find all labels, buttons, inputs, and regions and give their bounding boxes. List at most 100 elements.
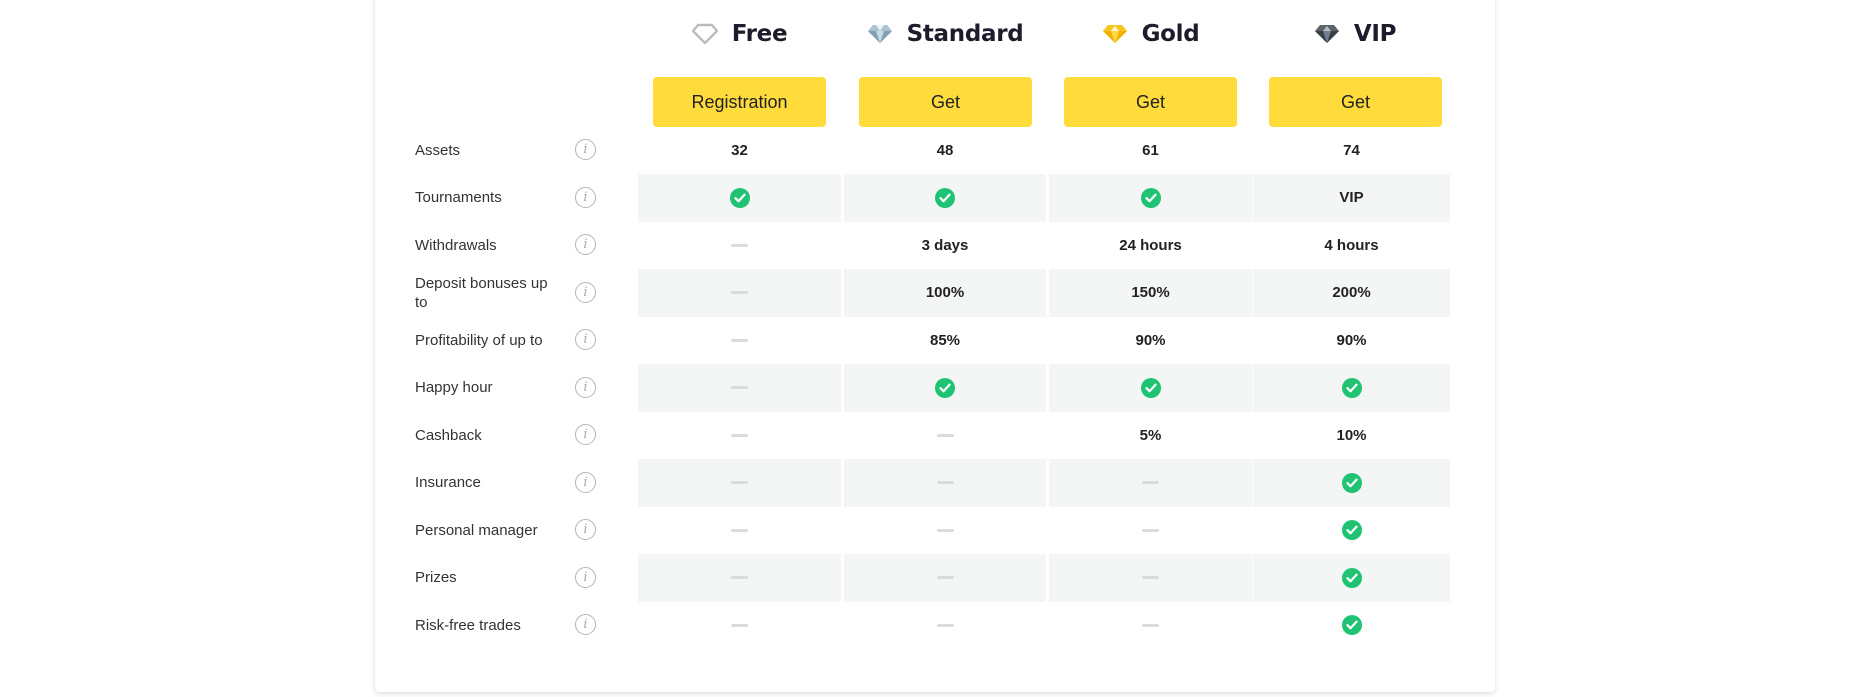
- feature-cell-standard: [844, 507, 1046, 555]
- feature-cell-free: [638, 269, 841, 317]
- feature-label: Assets: [415, 141, 461, 159]
- feature-cell-gold: 61: [1049, 127, 1252, 175]
- not-available-dash-icon: [731, 433, 748, 437]
- info-icon[interactable]: i: [575, 471, 596, 493]
- not-available-dash-icon: [936, 528, 954, 532]
- feature-cell-free: [638, 554, 841, 602]
- not-available-dash-icon: [936, 481, 954, 485]
- not-available-dash-icon: [1142, 623, 1159, 627]
- not-available-dash-icon: [731, 528, 748, 532]
- feature-cell-vip: 10%: [1253, 412, 1450, 460]
- feature-row: Profitability of up to i 85% 90% 90%: [0, 317, 1857, 365]
- not-available-dash-icon: [731, 338, 748, 342]
- feature-cell-standard: [844, 459, 1046, 507]
- feature-cell-free: 32: [638, 127, 841, 175]
- feature-value: 4 hours: [1324, 236, 1379, 254]
- info-icon[interactable]: i: [575, 566, 596, 588]
- feature-value: 61: [1142, 141, 1159, 159]
- check-icon: [1140, 377, 1161, 398]
- diamond-dark-icon: [1314, 23, 1340, 45]
- get-gold-button[interactable]: Get: [1064, 77, 1237, 127]
- feature-cell-standard: [844, 602, 1046, 650]
- info-icon[interactable]: i: [575, 329, 596, 351]
- feature-cell-standard: [844, 412, 1046, 460]
- feature-cell-gold: 90%: [1049, 317, 1252, 365]
- get-standard-button[interactable]: Get: [859, 77, 1032, 127]
- feature-cell-free: [638, 507, 841, 555]
- feature-cell-vip: 90%: [1253, 317, 1450, 365]
- info-icon[interactable]: i: [575, 376, 596, 398]
- not-available-dash-icon: [731, 291, 748, 295]
- feature-cell-vip: 74: [1253, 127, 1450, 175]
- feature-label: Personal manager: [415, 521, 538, 539]
- feature-cell-vip: VIP: [1253, 174, 1450, 222]
- feature-cell-free: [638, 602, 841, 650]
- feature-row: Withdrawals i 3 days 24 hours 4 hours: [0, 222, 1857, 270]
- feature-cell-vip: 200%: [1253, 269, 1450, 317]
- feature-cell-free: [638, 222, 841, 270]
- feature-value: 5%: [1139, 426, 1162, 444]
- feature-row: Insurance i: [0, 459, 1857, 507]
- feature-cell-vip: [1253, 459, 1450, 507]
- not-available-dash-icon: [731, 576, 748, 580]
- feature-label: Prizes: [415, 569, 457, 587]
- diamond-gold-icon: [1102, 23, 1128, 45]
- info-icon[interactable]: i: [575, 234, 596, 256]
- feature-row: Assets i 32 48 61 74: [0, 127, 1857, 175]
- feature-row: Deposit bonuses up to i 100% 150% 200%: [0, 269, 1857, 317]
- get-vip-button[interactable]: Get: [1269, 77, 1442, 127]
- feature-cell-gold: [1049, 554, 1252, 602]
- feature-cell-gold: [1049, 174, 1252, 222]
- not-available-dash-icon: [731, 481, 748, 485]
- check-icon: [1140, 187, 1161, 208]
- feature-label: Profitability of up to: [415, 331, 543, 349]
- info-icon[interactable]: i: [575, 424, 596, 446]
- info-icon[interactable]: i: [575, 519, 596, 541]
- feature-label: Deposit bonuses up to: [415, 274, 548, 311]
- feature-cell-standard: 85%: [844, 317, 1046, 365]
- plan-header-free: Free: [637, 18, 842, 50]
- diamond-outline-icon: [691, 23, 718, 45]
- check-icon: [935, 377, 955, 398]
- feature-value: 74: [1343, 141, 1360, 159]
- plan-name: Standard: [906, 21, 1024, 47]
- plan-name: Gold: [1141, 21, 1200, 47]
- check-icon: [935, 187, 955, 208]
- feature-label: Withdrawals: [415, 236, 497, 254]
- feature-cell-standard: 3 days: [844, 222, 1046, 270]
- not-available-dash-icon: [1142, 576, 1159, 580]
- feature-value: 150%: [1131, 284, 1170, 302]
- feature-row: Cashback i 5% 10%: [0, 412, 1857, 460]
- feature-cell-gold: [1049, 602, 1252, 650]
- info-icon[interactable]: i: [575, 614, 596, 636]
- feature-row: Happy hour i: [0, 364, 1857, 412]
- feature-cell-free: [638, 317, 841, 365]
- feature-value: 90%: [1135, 331, 1166, 349]
- feature-value: VIP: [1339, 189, 1364, 207]
- feature-cell-vip: [1253, 602, 1450, 650]
- feature-row: Risk-free trades i: [0, 602, 1857, 650]
- registration-button[interactable]: Registration: [653, 77, 826, 127]
- check-icon: [1341, 472, 1362, 493]
- info-icon[interactable]: i: [575, 186, 596, 208]
- feature-row: Personal manager i: [0, 507, 1857, 555]
- feature-label: Happy hour: [415, 379, 493, 397]
- not-available-dash-icon: [1142, 481, 1159, 485]
- feature-cell-free: [638, 459, 841, 507]
- info-icon[interactable]: i: [575, 281, 596, 303]
- feature-value: 48: [936, 141, 954, 159]
- feature-cell-gold: 150%: [1049, 269, 1252, 317]
- info-icon[interactable]: i: [575, 139, 596, 161]
- check-icon: [1341, 567, 1362, 588]
- feature-label: Cashback: [415, 426, 482, 444]
- feature-value: 24 hours: [1119, 236, 1182, 254]
- feature-row: Prizes i: [0, 554, 1857, 602]
- feature-value: 32: [731, 141, 748, 159]
- not-available-dash-icon: [731, 623, 748, 627]
- feature-value: 200%: [1332, 284, 1371, 302]
- not-available-dash-icon: [731, 243, 748, 247]
- feature-row: Tournaments i VIP: [0, 174, 1857, 222]
- plan-name: Free: [731, 21, 788, 47]
- check-icon: [1341, 615, 1362, 636]
- feature-cell-gold: 5%: [1049, 412, 1252, 460]
